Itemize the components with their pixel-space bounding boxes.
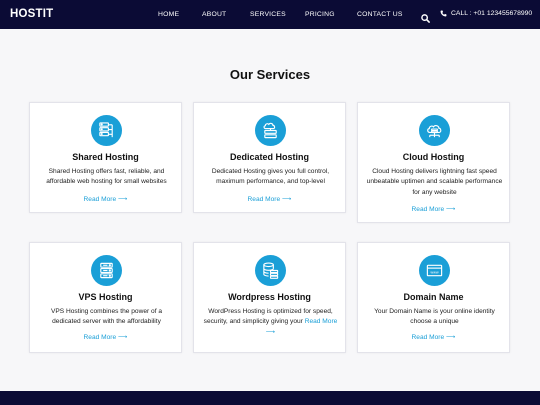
call-link[interactable]: CALL : +01 123455678990 <box>440 10 532 17</box>
arrow-right-icon: ⟶ <box>118 334 128 341</box>
service-card-dedicated-hosting: Dedicated Hosting Dedicated Hosting give… <box>193 102 346 213</box>
card-title: Dedicated Hosting <box>229 152 309 162</box>
arrow-right-icon: ⟶ <box>446 206 456 213</box>
card-description: Cloud Hosting delivers lightning fast sp… <box>366 168 503 196</box>
nav-link-services[interactable]: SERVICES <box>250 11 286 18</box>
read-more-link[interactable]: Read More ⟶ <box>30 195 181 203</box>
read-more-link[interactable]: Read More ⟶ <box>358 205 509 213</box>
wordpress-hosting-icon <box>255 255 286 286</box>
read-more-label: Read More <box>247 196 281 203</box>
nav-link-pricing[interactable]: PRICING <box>305 11 335 18</box>
card-title: Cloud Hosting <box>402 152 465 162</box>
read-more-link[interactable]: Read More ⟶ <box>30 333 181 341</box>
service-card-domain-name: www Domain Name Your Domain Name is your… <box>357 242 510 353</box>
card-description: VPS Hosting combines the power of a dedi… <box>50 308 163 326</box>
nav-link-about[interactable]: ABOUT <box>202 11 226 18</box>
arrow-right-icon: ⟶ <box>446 334 456 341</box>
search-icon[interactable] <box>421 10 430 23</box>
card-description: Your Domain Name is your online identity… <box>374 308 495 326</box>
read-more-label: Read More <box>83 196 117 203</box>
cloud-hosting-icon <box>419 115 450 146</box>
phone-icon <box>440 10 447 17</box>
card-title: VPS Hosting <box>78 292 133 302</box>
arrow-right-icon: ⟶ <box>118 196 128 203</box>
service-card-wordpress-hosting: Wordpress Hosting WordPress Hosting is o… <box>193 242 346 353</box>
svg-text:www: www <box>430 270 439 274</box>
dedicated-hosting-icon <box>255 115 286 146</box>
read-more-label: Read More <box>411 206 445 213</box>
arrow-right-icon: ⟶ <box>282 196 292 203</box>
shared-hosting-icon <box>91 115 122 146</box>
arrow-right-icon: ⟶ <box>265 328 276 336</box>
brand-logo[interactable]: HOSTIT <box>10 8 53 20</box>
read-more-label: Read More <box>304 318 338 326</box>
service-card-vps-hosting: VPS Hosting VPS Hosting combines the pow… <box>29 242 182 353</box>
card-description: WordPress Hosting is optimized for speed… <box>200 307 341 338</box>
card-title: Wordpress Hosting <box>228 292 311 302</box>
domain-name-icon: www <box>419 255 450 286</box>
vps-hosting-icon <box>91 255 122 286</box>
card-description: Shared Hosting offers fast, reliable, an… <box>46 168 167 186</box>
section-title: Our Services <box>229 67 311 82</box>
read-more-link[interactable]: Read More ⟶ <box>358 333 509 341</box>
read-more-link[interactable]: Read More ⟶ <box>194 195 345 203</box>
nav-link-contact[interactable]: CONTACT US <box>357 11 403 18</box>
read-more-label: Read More <box>411 334 445 341</box>
call-text: CALL : +01 123455678990 <box>451 10 533 17</box>
navbar: HOSTIT HOME ABOUT SERVICES PRICING CONTA… <box>0 0 540 29</box>
service-card-shared-hosting: Shared Hosting Shared Hosting offers fas… <box>29 102 182 213</box>
card-description: Dedicated Hosting gives you full control… <box>211 168 330 186</box>
read-more-label: Read More <box>83 334 117 341</box>
nav-link-home[interactable]: HOME <box>158 11 179 18</box>
card-title: Shared Hosting <box>72 152 139 162</box>
footer-bar <box>0 391 540 405</box>
card-title: Domain Name <box>403 292 464 302</box>
service-card-cloud-hosting: Cloud Hosting Cloud Hosting delivers lig… <box>357 102 510 223</box>
